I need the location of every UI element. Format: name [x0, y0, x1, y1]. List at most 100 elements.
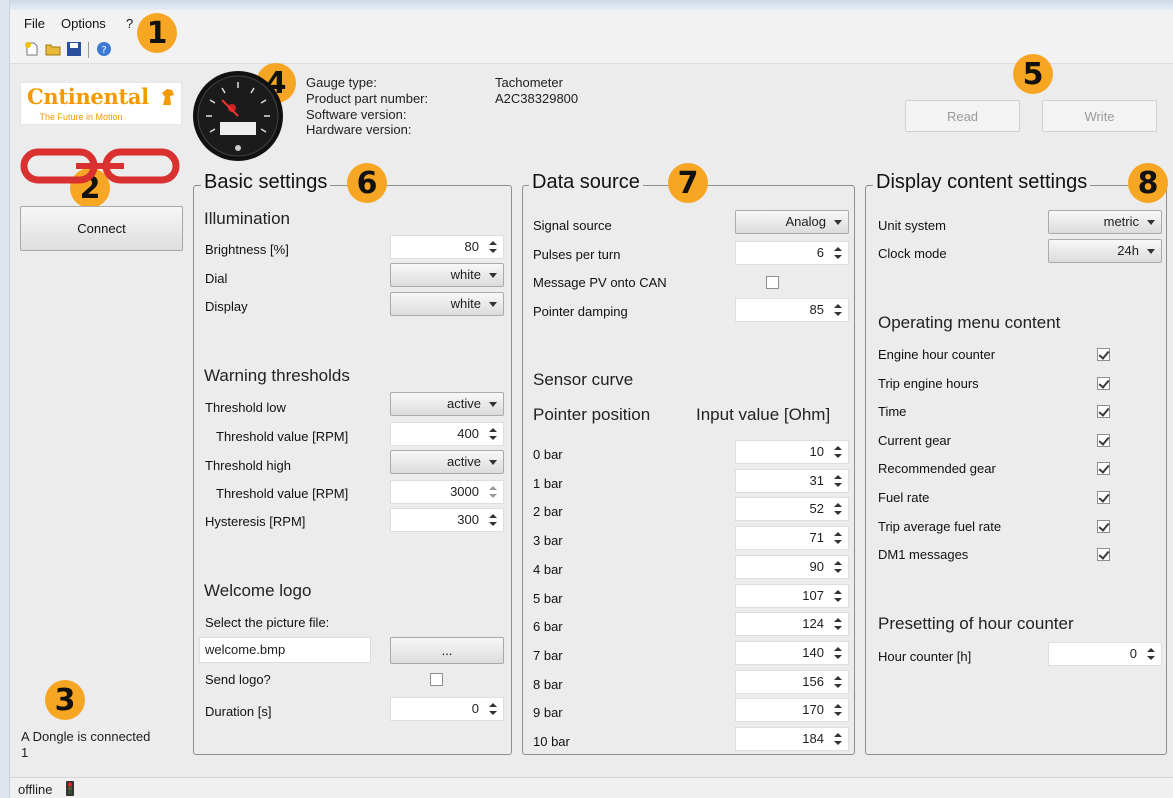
- horse-icon: [162, 89, 174, 105]
- operating-menu-item-label: Fuel rate: [878, 490, 930, 505]
- spinner-arrows-icon[interactable]: [833, 501, 843, 517]
- spinner-arrows-icon[interactable]: [833, 473, 843, 489]
- callout-badge-1: 1: [137, 13, 177, 53]
- operating-menu-item-checkbox[interactable]: [1097, 548, 1110, 562]
- spinner-arrows-icon[interactable]: [488, 701, 498, 717]
- spinner-arrows-icon[interactable]: [833, 444, 843, 460]
- spinner-arrows-icon[interactable]: [833, 702, 843, 718]
- sensor-row-value-spinner[interactable]: 71: [735, 526, 849, 551]
- gauge-type-value: Tachometer: [495, 75, 563, 90]
- sensor-row-value-spinner[interactable]: 170: [735, 698, 849, 723]
- hysteresis-value: 300: [457, 512, 479, 527]
- browse-button[interactable]: ...: [390, 637, 504, 664]
- threshold-high-dropdown[interactable]: active: [390, 450, 504, 474]
- hour-counter-spinner[interactable]: 0: [1048, 642, 1162, 666]
- part-number-value: A2C38329800: [495, 91, 579, 106]
- new-file-icon[interactable]: [24, 41, 40, 57]
- duration-spinner[interactable]: 0: [390, 697, 504, 721]
- chevron-down-icon: [1147, 220, 1155, 225]
- sensor-row-value: 52: [809, 501, 824, 517]
- save-icon[interactable]: [66, 41, 82, 57]
- sensor-row-value-spinner[interactable]: 156: [735, 669, 849, 694]
- sensor-row-value-spinner[interactable]: 52: [735, 497, 849, 522]
- spinner-arrows-icon[interactable]: [488, 512, 498, 528]
- brightness-spinner[interactable]: 80: [390, 235, 504, 259]
- unit-system-dropdown[interactable]: metric: [1048, 210, 1162, 234]
- open-folder-icon[interactable]: [45, 41, 61, 57]
- sensor-row-value: 71: [809, 530, 824, 546]
- threshold-high-label: Threshold high: [205, 458, 291, 473]
- sensor-row-position: 8 bar: [533, 676, 563, 692]
- spinner-arrows-icon[interactable]: [488, 484, 498, 500]
- picture-file-input[interactable]: welcome.bmp: [199, 637, 371, 663]
- threshold-low-dropdown[interactable]: active: [390, 392, 504, 416]
- hardware-version-label: Hardware version:: [306, 122, 412, 137]
- spinner-arrows-icon[interactable]: [1146, 646, 1156, 662]
- connection-link-icon: [20, 148, 180, 184]
- menu-options[interactable]: Options: [61, 16, 106, 31]
- help-icon[interactable]: ?: [96, 41, 112, 57]
- signal-source-dropdown[interactable]: Analog: [735, 210, 849, 234]
- spinner-arrows-icon[interactable]: [833, 645, 843, 661]
- sensor-row-value-spinner[interactable]: 140: [735, 640, 849, 665]
- chevron-down-icon: [489, 460, 497, 465]
- spinner-arrows-icon[interactable]: [833, 245, 843, 261]
- spinner-arrows-icon[interactable]: [833, 616, 843, 632]
- connection-status-text: offline: [18, 782, 53, 797]
- read-button[interactable]: Read: [905, 100, 1020, 132]
- spinner-arrows-icon[interactable]: [488, 239, 498, 255]
- spinner-arrows-icon[interactable]: [833, 302, 843, 318]
- operating-menu-item-label: Time: [878, 404, 907, 420]
- sensor-row-value-spinner[interactable]: 107: [735, 583, 849, 608]
- operating-menu-item-checkbox[interactable]: [1097, 433, 1110, 447]
- operating-menu-item-checkbox[interactable]: [1097, 405, 1110, 419]
- operating-menu-item-checkbox[interactable]: [1097, 519, 1110, 533]
- chevron-down-icon: [1147, 249, 1155, 254]
- spinner-arrows-icon[interactable]: [488, 426, 498, 442]
- menu-file[interactable]: File: [24, 16, 45, 31]
- sensor-row-value: 170: [802, 702, 824, 718]
- send-logo-checkbox[interactable]: [430, 673, 443, 686]
- threshold-low-rpm-label: Threshold value [RPM]: [216, 429, 349, 444]
- spinner-arrows-icon[interactable]: [833, 588, 843, 604]
- chevron-down-icon: [489, 273, 497, 278]
- callout-badge-3: 3: [45, 680, 85, 720]
- display-dropdown[interactable]: white: [390, 292, 504, 316]
- threshold-low-rpm-spinner[interactable]: 400: [390, 422, 504, 446]
- sensor-row-value-spinner[interactable]: 90: [735, 554, 849, 579]
- window-left-border: [0, 0, 10, 798]
- pulses-per-turn-spinner[interactable]: 6: [735, 241, 849, 265]
- sensor-row-value-spinner[interactable]: 31: [735, 468, 849, 493]
- operating-menu-item-checkbox[interactable]: [1097, 376, 1110, 390]
- operating-menu-item-label: Trip engine hours: [878, 375, 979, 391]
- pulses-per-turn-value: 6: [816, 245, 824, 260]
- hour-counter-value: 0: [1129, 646, 1137, 661]
- spinner-arrows-icon[interactable]: [833, 530, 843, 546]
- software-version-label: Software version:: [306, 107, 407, 122]
- operating-menu-item-checkbox[interactable]: [1097, 462, 1110, 476]
- toolbar-separator: [88, 42, 89, 58]
- input-value-column-header: Input value [Ohm]: [696, 405, 831, 424]
- message-pv-label: Message PV onto CAN: [533, 275, 667, 290]
- clock-mode-dropdown[interactable]: 24h: [1048, 239, 1162, 263]
- write-button[interactable]: Write: [1042, 100, 1157, 132]
- dial-dropdown[interactable]: white: [390, 263, 504, 287]
- logo-wordmark: Cntinental: [27, 84, 149, 109]
- sensor-row-position: 6 bar: [533, 619, 563, 635]
- spinner-arrows-icon[interactable]: [833, 674, 843, 690]
- sensor-row-value-spinner[interactable]: 124: [735, 612, 849, 637]
- dongle-status-line: A Dongle is connected: [21, 729, 151, 744]
- pointer-damping-spinner[interactable]: 85: [735, 298, 849, 322]
- menu-help[interactable]: ?: [126, 16, 133, 31]
- connect-button[interactable]: Connect: [20, 206, 183, 251]
- sensor-row-value-spinner[interactable]: 184: [735, 727, 849, 751]
- operating-menu-item-checkbox[interactable]: [1097, 348, 1110, 361]
- sensor-row-value-spinner[interactable]: 10: [735, 440, 849, 464]
- spinner-arrows-icon[interactable]: [833, 731, 843, 747]
- message-pv-checkbox[interactable]: [766, 276, 779, 289]
- hysteresis-spinner[interactable]: 300: [390, 508, 504, 532]
- spinner-arrows-icon[interactable]: [833, 559, 843, 575]
- threshold-high-rpm-value: 3000: [450, 484, 479, 499]
- threshold-high-rpm-spinner[interactable]: 3000: [390, 480, 504, 504]
- operating-menu-item-checkbox[interactable]: [1097, 491, 1110, 504]
